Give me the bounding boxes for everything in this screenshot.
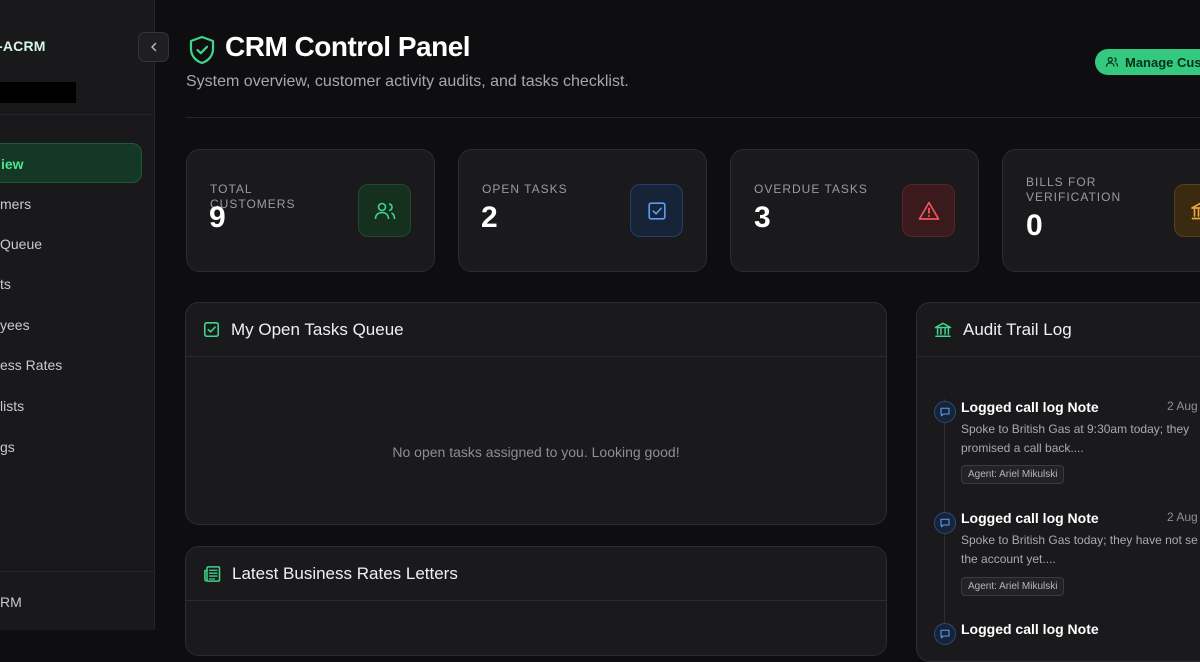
panel-header: Latest Business Rates Letters: [186, 547, 886, 601]
users-icon: [358, 184, 411, 237]
panel-title: Latest Business Rates Letters: [232, 563, 458, 583]
audit-entry-body-line: Spoke to British Gas at 9:30am today; th…: [961, 422, 1190, 436]
sidebar-item-label: ess Rates: [0, 357, 63, 373]
audit-entry-body-line: promised a call back....: [961, 441, 1084, 455]
sidebar-item-customers[interactable]: mers: [0, 184, 142, 224]
message-icon: [934, 401, 956, 423]
panel-header: My Open Tasks Queue: [186, 303, 886, 357]
sidebar-item-employees[interactable]: yees: [0, 305, 142, 345]
stat-card-bills-verification: BILLS FOR VERIFICATION 0: [1002, 149, 1200, 272]
header-divider: [186, 117, 1200, 118]
sidebar-item-label: lists: [0, 398, 25, 414]
users-icon: [1105, 57, 1119, 67]
sidebar-divider: [0, 114, 155, 115]
stat-value: 0: [1026, 209, 1043, 242]
open-tasks-panel: My Open Tasks Queue No open tasks assign…: [185, 302, 887, 525]
sidebar-divider: [0, 571, 155, 572]
sidebar-item-queue[interactable]: Queue: [0, 224, 142, 264]
stat-value: 9: [209, 201, 226, 234]
collapse-sidebar-button[interactable]: [138, 32, 169, 62]
agent-badge: Agent: Ariel Mikulski: [961, 465, 1065, 484]
audit-entry-body-line: Spoke to British Gas today; they have no…: [961, 533, 1198, 547]
empty-state-message: No open tasks assigned to you. Looking g…: [392, 444, 680, 460]
message-icon: [934, 512, 956, 534]
sidebar-item-settings[interactable]: gs: [0, 427, 142, 467]
sidebar: -ACRM iew mers Queue ts yees ess Rates l…: [0, 0, 155, 630]
agent-badge: Agent: Ariel Mikulski: [961, 577, 1065, 596]
shield-check-icon: [188, 35, 216, 70]
stat-value: 3: [754, 201, 771, 234]
sidebar-item-label: ts: [0, 276, 11, 292]
audit-entry-date: 2 Aug: [1167, 399, 1198, 413]
business-rates-letters-panel: Latest Business Rates Letters: [185, 546, 887, 656]
audit-entry-body: Spoke to British Gas today; they have no…: [961, 531, 1200, 569]
sidebar-item-label: mers: [0, 196, 32, 212]
sidebar-item-business-rates[interactable]: ess Rates: [0, 345, 142, 385]
checkbox-icon: [203, 321, 220, 338]
audit-entry-body-line: the account yet....: [961, 552, 1056, 566]
panel-header: Audit Trail Log: [917, 303, 1200, 357]
checkbox-icon: [630, 184, 683, 237]
bank-icon: [934, 322, 952, 337]
page-title: CRM Control Panel: [225, 31, 471, 62]
stat-card-total-customers: TOTAL CUSTOMERS 9: [186, 149, 435, 272]
stat-card-open-tasks: OPEN TASKS 2: [458, 149, 707, 272]
audit-entry-title: Logged call log Note: [961, 621, 1099, 637]
sidebar-item-label: iew: [1, 156, 24, 172]
sidebar-item-accounts[interactable]: ts: [0, 264, 142, 304]
sidebar-item-overview[interactable]: iew: [0, 143, 142, 183]
sidebar-item-label: yees: [0, 317, 30, 333]
chevron-left-icon: [150, 42, 156, 52]
sidebar-item-checklists[interactable]: lists: [0, 386, 142, 426]
sidebar-footer-label: RM: [0, 594, 22, 610]
sidebar-item-label: gs: [0, 439, 15, 455]
stat-value: 2: [481, 201, 498, 234]
audit-entry-title: Logged call log Note: [961, 510, 1099, 526]
stat-card-overdue-tasks: OVERDUE TASKS 3: [730, 149, 979, 272]
panel-title: Audit Trail Log: [963, 319, 1072, 339]
manage-button-label: Manage Cust: [1125, 54, 1200, 70]
audit-trail-panel: Audit Trail Log Logged call log Note 2 A…: [916, 302, 1200, 662]
stat-label: TOTAL CUSTOMERS: [210, 182, 296, 211]
bank-icon: [1174, 184, 1200, 237]
message-icon: [934, 623, 956, 645]
page-subtitle: System overview, customer activity audit…: [186, 73, 629, 90]
stat-label: OPEN TASKS: [482, 182, 568, 196]
audit-entry-title: Logged call log Note: [961, 399, 1099, 415]
warning-icon: [902, 184, 955, 237]
manage-customers-button[interactable]: Manage Cust: [1095, 49, 1200, 75]
audit-entry-body: Spoke to British Gas at 9:30am today; th…: [961, 420, 1200, 458]
redacted-block: [0, 82, 76, 103]
stat-label: OVERDUE TASKS: [754, 182, 868, 196]
audit-entry-date: 2 Aug: [1167, 510, 1198, 524]
panel-title: My Open Tasks Queue: [231, 319, 404, 339]
stat-label: BILLS FOR VERIFICATION: [1026, 175, 1122, 204]
sidebar-item-label: Queue: [0, 236, 43, 252]
brand-name: -ACRM: [0, 38, 46, 54]
newspaper-icon: [204, 565, 221, 582]
